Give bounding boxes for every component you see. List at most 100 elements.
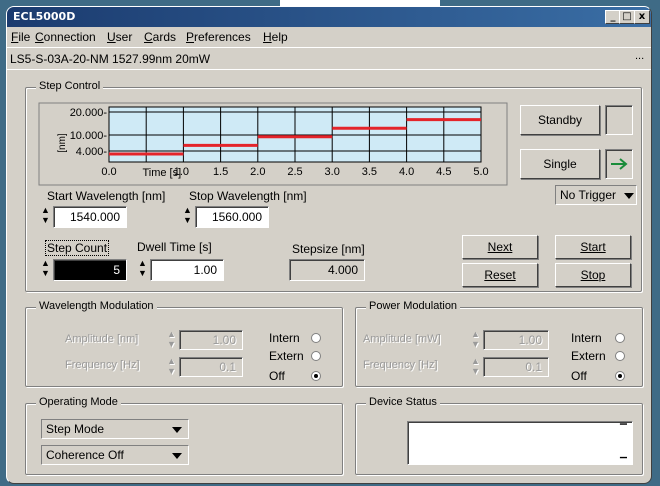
wm-amplitude-label: Amplitude [nm] <box>65 333 139 345</box>
chart-x-tick-label: 4.0 <box>399 166 414 178</box>
pm-intern-radio[interactable] <box>615 333 625 343</box>
wm-frequency-label: Frequency [Hz] <box>65 359 140 371</box>
window-title: ECL5000D <box>13 10 76 23</box>
menu-help[interactable]: Help <box>263 30 288 44</box>
pm-frequency-value: 0.1 <box>525 360 542 374</box>
chart-x-tick-label: 4.5 <box>436 166 451 178</box>
stop-wavelength-spinner[interactable]: ▲ ▼ <box>183 205 192 227</box>
device-separator <box>7 69 651 70</box>
chevron-down-icon <box>172 427 182 433</box>
chart-y-axis-label: [nm] <box>57 133 68 153</box>
chart-x-tick-label: 1.5 <box>213 166 228 178</box>
arrow-right-icon <box>611 158 628 170</box>
device-info-bar: LS5-S-03A-20-NM 1527.99nm 20mW ... <box>7 48 651 68</box>
wm-frequency-spinner[interactable]: ▲ ▼ <box>167 356 176 378</box>
dwell-time-spinner[interactable]: ▲ ▼ <box>138 258 147 280</box>
menu-file[interactable]: File <box>11 30 30 44</box>
maximize-button[interactable]: □ <box>619 10 635 24</box>
chart-x-tick-label: 0.0 <box>101 166 116 178</box>
standby-indicator <box>605 105 633 135</box>
wm-intern-label: Intern <box>269 331 300 345</box>
close-button[interactable]: x <box>634 10 650 24</box>
wavelength-modulation-label: Wavelength Modulation <box>36 300 157 312</box>
wm-frequency-input[interactable]: 0.1 <box>179 357 243 377</box>
chart-x-tick-label: 3.0 <box>325 166 340 178</box>
dwell-time-input[interactable]: 1.00 <box>150 259 224 281</box>
wm-amplitude-input[interactable]: 1.00 <box>179 330 243 350</box>
pm-amplitude-value: 1.00 <box>518 333 542 347</box>
pm-extern-radio[interactable] <box>615 351 625 361</box>
dwell-time-value: 1.00 <box>193 263 217 277</box>
standby-button[interactable]: Standby <box>520 105 600 135</box>
wm-extern-label: Extern <box>269 349 304 363</box>
chart-x-tick-labels: 0.0 1.0 1.5 2.0 2.5 3.0 3.5 4.0 4.5 5.0Time [s] <box>101 166 488 179</box>
pm-amplitude-spinner[interactable]: ▲ ▼ <box>471 329 480 351</box>
scroll-down-icon[interactable]: ▁ <box>620 448 627 459</box>
pm-amplitude-label: Amplitude [mW] <box>363 333 441 345</box>
start-button-label: Start <box>580 240 606 254</box>
stop-wavelength-value: 1560.000 <box>211 210 262 224</box>
reset-button[interactable]: Reset <box>462 263 538 287</box>
start-wavelength-input[interactable]: 1540.000 <box>53 206 127 228</box>
trigger-select-value: No Trigger <box>560 188 617 202</box>
chart-y-tick-label: 4.000- <box>76 146 108 158</box>
pm-frequency-label: Frequency [Hz] <box>363 359 438 371</box>
coherence-select[interactable]: Coherence Off <box>41 445 189 465</box>
wm-off-radio[interactable] <box>311 371 321 381</box>
wm-intern-radio[interactable] <box>311 333 321 343</box>
menu-connection[interactable]: Connection <box>35 30 96 44</box>
dwell-time-label: Dwell Time [s] <box>137 240 212 254</box>
next-button[interactable]: Next <box>462 235 538 259</box>
wm-off-label: Off <box>269 369 285 383</box>
next-button-label: Next <box>487 240 513 254</box>
chevron-down-icon <box>624 193 634 199</box>
stepsize-value: 4.000 <box>327 263 358 277</box>
pm-extern-label: Extern <box>571 349 606 363</box>
menu-user[interactable]: User <box>107 30 132 44</box>
operating-mode-label: Operating Mode <box>36 396 121 408</box>
stepsize-label: Stepsize [nm] <box>292 242 365 256</box>
device-info-text: LS5-S-03A-20-NM 1527.99nm 20mW <box>10 52 211 66</box>
step-count-value: 5 <box>113 263 120 277</box>
pm-frequency-spinner[interactable]: ▲ ▼ <box>471 356 480 378</box>
step-count-label: Step Count <box>45 240 110 256</box>
pm-frequency-input[interactable]: 0.1 <box>483 357 549 377</box>
wm-extern-radio[interactable] <box>311 351 321 361</box>
step-count-input[interactable]: 5 <box>53 259 127 281</box>
start-button[interactable]: Start <box>555 235 631 259</box>
chevron-down-icon <box>172 453 182 459</box>
operating-mode-value: Step Mode <box>46 422 105 436</box>
stepsize-display: 4.000 <box>289 259 365 281</box>
title-bar[interactable]: ECL5000D _ □ x <box>7 7 651 27</box>
chart-x-axis-label: Time [s] <box>142 167 181 179</box>
stop-button[interactable]: Stop <box>555 263 631 287</box>
wavelength-step-chart: 20.000-10.000-4.000- 0.0 1.0 1.5 2.0 2.5 3.0 3… <box>38 102 508 186</box>
stop-wavelength-label: Stop Wavelength [nm] <box>189 189 307 203</box>
scroll-up-icon[interactable]: ▔ <box>620 424 627 435</box>
start-wavelength-value: 1540.000 <box>69 210 120 224</box>
app-window: ECL5000D _ □ x File Connection User Card… <box>6 6 652 484</box>
start-wavelength-spinner[interactable]: ▲ ▼ <box>41 205 50 227</box>
menu-cards[interactable]: Cards <box>144 30 176 44</box>
chart-y-tick-label: 20.000- <box>70 107 108 119</box>
menu-preferences[interactable]: Preferences <box>186 30 251 44</box>
trigger-select[interactable]: No Trigger <box>555 185 637 205</box>
wm-amplitude-spinner[interactable]: ▲ ▼ <box>167 329 176 351</box>
stop-wavelength-input[interactable]: 1560.000 <box>195 206 269 228</box>
pm-intern-label: Intern <box>571 331 602 345</box>
chart-y-tick-labels: 20.000- 10.000- 4.000- <box>70 107 108 158</box>
device-status-box: ▔ ▁ <box>407 421 633 465</box>
device-info-more[interactable]: ... <box>635 50 644 62</box>
chart-x-tick-label: 2.5 <box>287 166 302 178</box>
power-modulation-label: Power Modulation <box>366 300 461 312</box>
step-count-spinner[interactable]: ▲ ▼ <box>41 258 50 280</box>
wm-amplitude-value: 1.00 <box>212 333 236 347</box>
pm-off-radio[interactable] <box>615 371 625 381</box>
single-button[interactable]: Single <box>520 149 600 179</box>
start-wavelength-label: Start Wavelength [nm] <box>47 189 166 203</box>
wm-frequency-value: 0.1 <box>219 360 236 374</box>
step-control-label: Step Control <box>36 80 104 92</box>
pm-amplitude-input[interactable]: 1.00 <box>483 330 549 350</box>
operating-mode-select[interactable]: Step Mode <box>41 419 189 439</box>
pm-off-label: Off <box>571 369 587 383</box>
